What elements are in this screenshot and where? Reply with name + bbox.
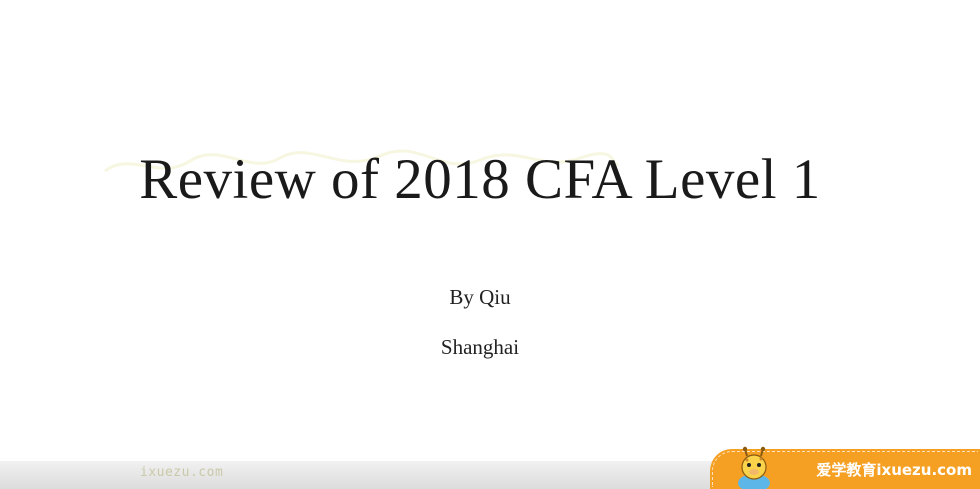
brand-watermark-text: 爱学教育ixuezu.com	[816, 460, 972, 479]
author-byline: By Qiu	[449, 285, 511, 309]
slide-title: Review of 2018 CFA Level 1	[139, 148, 821, 211]
giraffe-mascot-icon	[738, 446, 770, 489]
site-watermark: ixuezu.com	[140, 465, 224, 480]
brand-watermark-banner: 爱学教育ixuezu.com	[710, 446, 980, 489]
presentation-slide: Review of 2018 CFA Level 1 By Qiu Shangh…	[0, 0, 980, 489]
location-text: Shanghai	[440, 335, 520, 359]
